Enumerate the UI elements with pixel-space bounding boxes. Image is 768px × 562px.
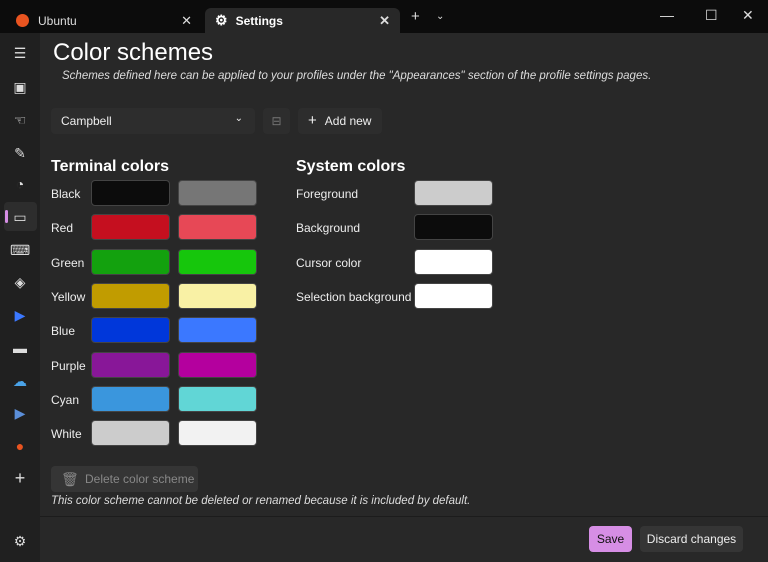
minimize-button[interactable]: —: [660, 7, 674, 23]
color-label: Purple: [51, 358, 86, 373]
add-new-button[interactable]: + Add new: [298, 108, 382, 134]
color-swatch[interactable]: [414, 282, 493, 309]
palette-icon[interactable]: ◔: [10, 174, 30, 194]
page-subtitle: Schemes defined here can be applied to y…: [62, 70, 652, 82]
selection-indicator: [5, 210, 8, 223]
laptop-icon[interactable]: ▭: [10, 207, 30, 227]
tab-ubuntu[interactable]: Ubuntu ✕: [6, 8, 202, 33]
color-swatch[interactable]: [414, 214, 493, 241]
discard-changes-button[interactable]: Discard changes: [640, 526, 743, 552]
color-swatch-bright[interactable]: [178, 180, 257, 206]
cmd-icon[interactable]: ▬: [10, 338, 30, 358]
azure-cloud-icon[interactable]: ☁: [10, 371, 30, 391]
add-profile-icon[interactable]: +: [10, 468, 30, 488]
chevron-down-icon: ⌄: [234, 113, 243, 124]
brush-icon[interactable]: ✎: [10, 143, 30, 163]
color-label: Foreground: [296, 187, 359, 201]
title-bar: Ubuntu ✕ ⚙ Settings ✕ + ⌄ — ☐ ✕: [0, 0, 768, 33]
color-swatch-normal[interactable]: [91, 180, 170, 206]
dropdown-value: Campbell: [61, 114, 112, 128]
keyboard-icon[interactable]: ⌨: [10, 240, 30, 260]
color-label: Black: [51, 187, 81, 201]
color-swatch-normal[interactable]: [91, 214, 170, 241]
ubuntu-icon: [16, 14, 29, 27]
color-label: Green: [51, 255, 85, 270]
new-tab-button[interactable]: +: [411, 8, 420, 25]
layers-icon[interactable]: ◈: [10, 272, 30, 292]
page-title: Color schemes: [53, 39, 214, 66]
tab-settings[interactable]: ⚙ Settings ✕: [205, 8, 400, 33]
rename-button[interactable]: ⊟: [263, 108, 290, 134]
save-button[interactable]: Save: [589, 526, 632, 552]
ubuntu-profile-icon[interactable]: ●: [10, 436, 30, 456]
color-label: Blue: [51, 324, 76, 339]
color-label: Background: [296, 221, 361, 236]
plus-icon: +: [308, 112, 317, 129]
color-swatch-normal[interactable]: [91, 317, 170, 344]
settings-gear-icon[interactable]: ⚙: [10, 531, 30, 551]
color-label: White: [51, 427, 82, 442]
terminal-colors-heading: Terminal colors: [51, 158, 169, 175]
delete-scheme-button[interactable]: 🗑 Delete color scheme: [51, 466, 198, 492]
color-swatch-bright[interactable]: [178, 282, 257, 309]
rename-icon: ⊟: [271, 114, 282, 128]
close-icon[interactable]: ✕: [181, 13, 192, 29]
tab-label: Settings: [235, 13, 283, 28]
color-swatch[interactable]: [414, 248, 493, 275]
color-swatch[interactable]: [414, 180, 493, 206]
startup-icon[interactable]: ▣: [10, 77, 30, 97]
color-swatch-bright[interactable]: [178, 351, 257, 378]
close-window-button[interactable]: ✕: [742, 7, 754, 24]
color-swatch-normal[interactable]: [91, 420, 170, 447]
color-swatch-bright[interactable]: [178, 248, 257, 275]
maximize-button[interactable]: ☐: [705, 7, 718, 24]
trash-icon: 🗑: [61, 471, 79, 487]
windows-powershell-icon[interactable]: ▶: [10, 403, 30, 423]
menu-icon[interactable]: ☰: [10, 43, 30, 63]
interaction-icon[interactable]: ☜: [10, 110, 30, 130]
system-colors-heading: System colors: [296, 158, 406, 175]
footer-divider: [40, 516, 768, 517]
color-swatch-bright[interactable]: [178, 317, 257, 344]
chevron-down-icon[interactable]: ⌄: [436, 11, 444, 22]
color-swatch-bright[interactable]: [178, 420, 257, 447]
add-new-label: Add new: [324, 114, 372, 128]
close-icon[interactable]: ✕: [379, 13, 390, 29]
tab-label: Ubuntu: [38, 13, 77, 28]
delete-note: This color scheme cannot be deleted or r…: [51, 495, 471, 507]
color-label: Selection background: [296, 289, 412, 304]
color-label: Red: [51, 221, 74, 236]
color-label: Cursor color: [296, 255, 362, 270]
color-label: Cyan: [51, 392, 80, 407]
color-swatch-bright[interactable]: [178, 385, 257, 412]
color-label: Yellow: [51, 289, 86, 304]
scheme-dropdown[interactable]: Campbell ⌄: [51, 108, 255, 134]
delete-label: Delete color scheme: [85, 472, 195, 486]
color-swatch-bright[interactable]: [178, 214, 257, 241]
gear-icon: ⚙: [215, 12, 228, 28]
powershell-icon[interactable]: ▶: [10, 305, 30, 325]
color-swatch-normal[interactable]: [91, 385, 170, 412]
color-swatch-normal[interactable]: [91, 248, 170, 275]
color-swatch-normal[interactable]: [91, 351, 170, 378]
color-swatch-normal[interactable]: [91, 282, 170, 309]
